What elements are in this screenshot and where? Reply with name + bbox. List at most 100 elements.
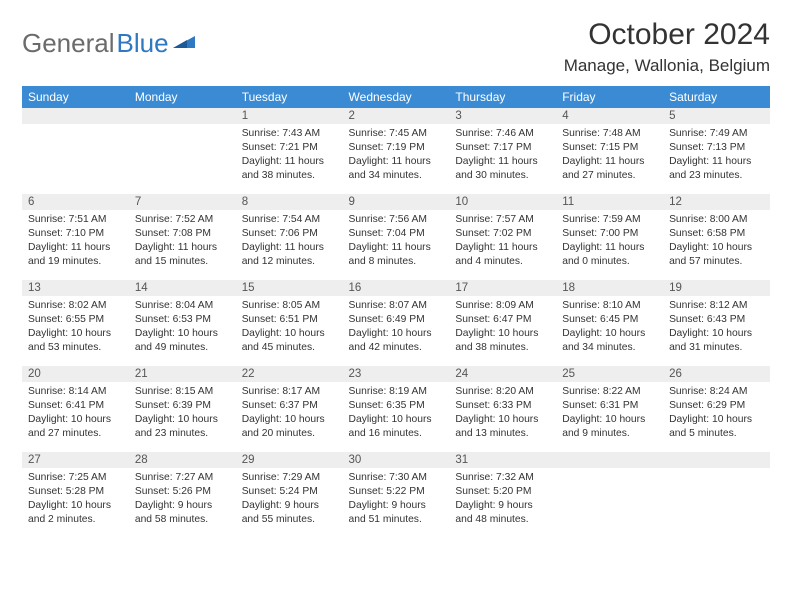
day-details: Sunrise: 8:04 AMSunset: 6:53 PMDaylight:… [129, 296, 236, 358]
day-number-row: 13141516171819 [22, 280, 770, 296]
day-cell: Sunrise: 8:05 AMSunset: 6:51 PMDaylight:… [236, 296, 343, 366]
day-header: Sunday [22, 86, 129, 108]
daylight-text: Daylight: 10 hours and 16 minutes. [349, 413, 444, 441]
daylight-text: Daylight: 10 hours and 49 minutes. [135, 327, 230, 355]
sunrise-text: Sunrise: 7:46 AM [455, 127, 550, 141]
sunrise-text: Sunrise: 8:00 AM [669, 213, 764, 227]
calendar-header-row: Sunday Monday Tuesday Wednesday Thursday… [22, 86, 770, 108]
sunset-text: Sunset: 6:51 PM [242, 313, 337, 327]
day-details: Sunrise: 8:09 AMSunset: 6:47 PMDaylight:… [449, 296, 556, 358]
day-cell [556, 468, 663, 538]
sunset-text: Sunset: 7:17 PM [455, 141, 550, 155]
day-cell: Sunrise: 7:43 AMSunset: 7:21 PMDaylight:… [236, 124, 343, 194]
day-cell: Sunrise: 7:52 AMSunset: 7:08 PMDaylight:… [129, 210, 236, 280]
day-header: Friday [556, 86, 663, 108]
day-details: Sunrise: 8:14 AMSunset: 6:41 PMDaylight:… [22, 382, 129, 444]
day-number-cell: 1 [236, 108, 343, 124]
day-number-cell: 22 [236, 366, 343, 382]
day-cell: Sunrise: 8:24 AMSunset: 6:29 PMDaylight:… [663, 382, 770, 452]
day-number-cell: 2 [343, 108, 450, 124]
sunrise-text: Sunrise: 8:19 AM [349, 385, 444, 399]
day-details: Sunrise: 7:32 AMSunset: 5:20 PMDaylight:… [449, 468, 556, 530]
day-details: Sunrise: 7:27 AMSunset: 5:26 PMDaylight:… [129, 468, 236, 530]
day-number-cell: 25 [556, 366, 663, 382]
daylight-text: Daylight: 10 hours and 5 minutes. [669, 413, 764, 441]
day-number-cell: 30 [343, 452, 450, 468]
sunrise-text: Sunrise: 7:25 AM [28, 471, 123, 485]
day-cell: Sunrise: 7:48 AMSunset: 7:15 PMDaylight:… [556, 124, 663, 194]
day-number-cell: 16 [343, 280, 450, 296]
sunset-text: Sunset: 6:55 PM [28, 313, 123, 327]
sunset-text: Sunset: 7:21 PM [242, 141, 337, 155]
daylight-text: Daylight: 9 hours and 48 minutes. [455, 499, 550, 527]
sunset-text: Sunset: 7:15 PM [562, 141, 657, 155]
month-title: October 2024 [564, 18, 770, 52]
sunset-text: Sunset: 6:33 PM [455, 399, 550, 413]
sunrise-text: Sunrise: 8:10 AM [562, 299, 657, 313]
day-details: Sunrise: 8:10 AMSunset: 6:45 PMDaylight:… [556, 296, 663, 358]
daylight-text: Daylight: 11 hours and 4 minutes. [455, 241, 550, 269]
day-number-cell: 8 [236, 194, 343, 210]
sunset-text: Sunset: 6:45 PM [562, 313, 657, 327]
day-details: Sunrise: 8:24 AMSunset: 6:29 PMDaylight:… [663, 382, 770, 444]
sunset-text: Sunset: 7:06 PM [242, 227, 337, 241]
sunset-text: Sunset: 6:53 PM [135, 313, 230, 327]
sunset-text: Sunset: 7:02 PM [455, 227, 550, 241]
logo-triangle-icon [173, 24, 195, 55]
day-details: Sunrise: 8:20 AMSunset: 6:33 PMDaylight:… [449, 382, 556, 444]
sunrise-text: Sunrise: 8:12 AM [669, 299, 764, 313]
daylight-text: Daylight: 10 hours and 31 minutes. [669, 327, 764, 355]
sunrise-text: Sunrise: 7:30 AM [349, 471, 444, 485]
daylight-text: Daylight: 10 hours and 45 minutes. [242, 327, 337, 355]
day-number-cell: 11 [556, 194, 663, 210]
day-number-row: 2728293031 [22, 452, 770, 468]
day-number-cell [556, 452, 663, 468]
sunset-text: Sunset: 7:10 PM [28, 227, 123, 241]
sunset-text: Sunset: 5:24 PM [242, 485, 337, 499]
day-details: Sunrise: 7:25 AMSunset: 5:28 PMDaylight:… [22, 468, 129, 530]
day-data-row: Sunrise: 7:51 AMSunset: 7:10 PMDaylight:… [22, 210, 770, 280]
brand-text-1: General [22, 28, 115, 59]
calendar-page: GeneralBlue October 2024 Manage, Walloni… [0, 0, 792, 556]
day-number-cell: 29 [236, 452, 343, 468]
day-details: Sunrise: 8:00 AMSunset: 6:58 PMDaylight:… [663, 210, 770, 272]
day-number-cell: 28 [129, 452, 236, 468]
daylight-text: Daylight: 9 hours and 58 minutes. [135, 499, 230, 527]
sunset-text: Sunset: 5:28 PM [28, 485, 123, 499]
day-data-row: Sunrise: 7:25 AMSunset: 5:28 PM Daylight:… [22, 468, 770, 538]
day-details: Sunrise: 8:17 AMSunset: 6:37 PMDaylight:… [236, 382, 343, 444]
daylight-text: Daylight: 10 hours and 27 minutes. [28, 413, 123, 441]
day-details: Sunrise: 7:52 AMSunset: 7:08 PMDaylight:… [129, 210, 236, 272]
sunrise-text: Sunrise: 7:52 AM [135, 213, 230, 227]
day-number-cell: 19 [663, 280, 770, 296]
brand-text-2: Blue [117, 28, 169, 59]
day-cell: Sunrise: 8:12 AMSunset: 6:43 PMDaylight:… [663, 296, 770, 366]
day-cell: Sunrise: 7:46 AMSunset: 7:17 PMDaylight:… [449, 124, 556, 194]
sunrise-text: Sunrise: 8:14 AM [28, 385, 123, 399]
day-cell: Sunrise: 7:56 AMSunset: 7:04 PMDaylight:… [343, 210, 450, 280]
day-details: Sunrise: 8:12 AMSunset: 6:43 PMDaylight:… [663, 296, 770, 358]
day-details: Sunrise: 7:29 AMSunset: 5:24 PMDaylight:… [236, 468, 343, 530]
day-details: Sunrise: 8:22 AMSunset: 6:31 PMDaylight:… [556, 382, 663, 444]
daylight-text: Daylight: 11 hours and 0 minutes. [562, 241, 657, 269]
day-number-cell: 18 [556, 280, 663, 296]
daylight-text: Daylight: 11 hours and 30 minutes. [455, 155, 550, 183]
sunset-text: Sunset: 6:47 PM [455, 313, 550, 327]
day-cell: Sunrise: 7:32 AMSunset: 5:20 PMDaylight:… [449, 468, 556, 538]
day-cell: Sunrise: 8:09 AMSunset: 6:47 PMDaylight:… [449, 296, 556, 366]
daylight-text: Daylight: 11 hours and 19 minutes. [28, 241, 123, 269]
day-details: Sunrise: 7:56 AMSunset: 7:04 PMDaylight:… [343, 210, 450, 272]
day-cell: Sunrise: 7:54 AMSunset: 7:06 PMDaylight:… [236, 210, 343, 280]
daylight-text: Daylight: 11 hours and 38 minutes. [242, 155, 337, 183]
day-details: Sunrise: 7:51 AMSunset: 7:10 PMDaylight:… [22, 210, 129, 272]
brand-logo: GeneralBlue [22, 18, 195, 63]
day-details: Sunrise: 7:45 AMSunset: 7:19 PMDaylight:… [343, 124, 450, 186]
sunset-text: Sunset: 6:43 PM [669, 313, 764, 327]
day-details: Sunrise: 7:46 AMSunset: 7:17 PMDaylight:… [449, 124, 556, 186]
daylight-text: Daylight: 9 hours and 51 minutes. [349, 499, 444, 527]
day-number-cell: 31 [449, 452, 556, 468]
day-cell: Sunrise: 7:59 AMSunset: 7:00 PMDaylight:… [556, 210, 663, 280]
day-cell: Sunrise: 8:00 AMSunset: 6:58 PMDaylight:… [663, 210, 770, 280]
day-number-cell: 5 [663, 108, 770, 124]
day-cell: Sunrise: 8:10 AMSunset: 6:45 PMDaylight:… [556, 296, 663, 366]
